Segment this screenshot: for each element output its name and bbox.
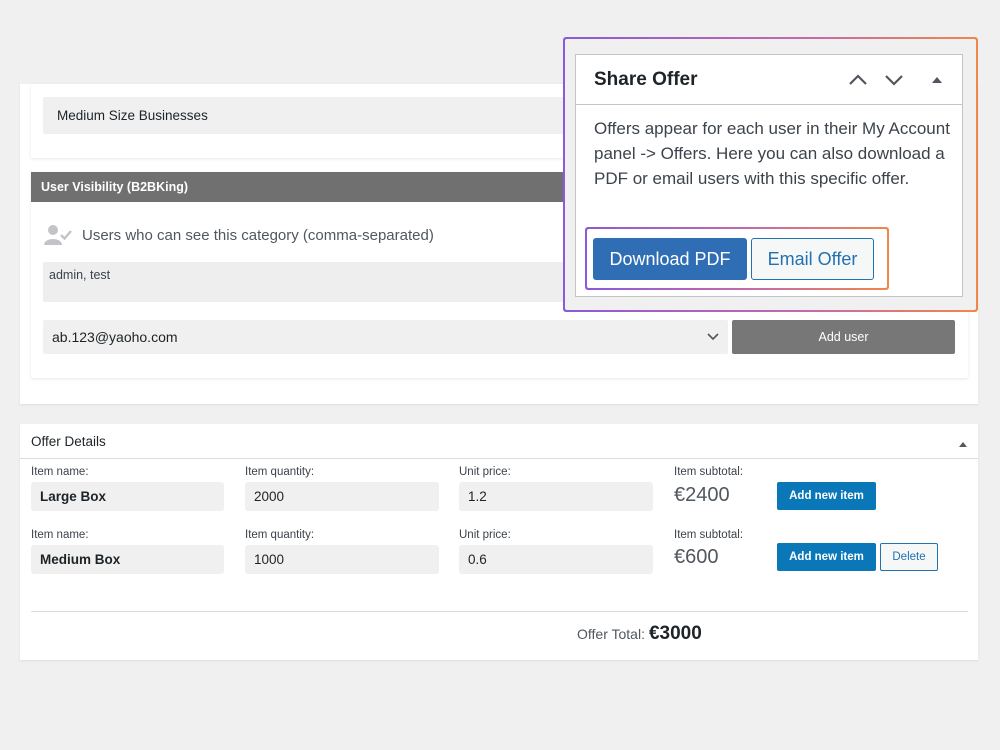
offer-total: Offer Total: €3000 [577, 623, 702, 649]
users-textarea[interactable]: admin, test [43, 262, 613, 302]
item-subtotal-value: €2400 [674, 484, 730, 506]
offer-total-label: Offer Total: [577, 626, 645, 642]
item-name-input[interactable]: Large Box [31, 482, 224, 511]
unit-price-input[interactable]: 0.6 [459, 545, 653, 574]
user-check-icon [44, 224, 72, 246]
download-pdf-button[interactable]: Download PDF [593, 238, 747, 280]
item-quantity-input[interactable]: 1000 [245, 545, 439, 574]
user-select-value: ab.123@yaoho.com [52, 329, 178, 345]
user-select[interactable]: ab.123@yaoho.com [43, 320, 728, 354]
chevron-down-icon [706, 320, 720, 354]
item-quantity-label: Item quantity: [245, 529, 315, 541]
share-offer-header: Share Offer [576, 55, 962, 105]
item-quantity-input[interactable]: 2000 [245, 482, 439, 511]
users-label-row: Users who can see this category (comma-s… [44, 222, 434, 248]
offer-divider [31, 611, 968, 612]
unit-price-label: Unit price: [459, 466, 511, 478]
item-quantity-label: Item quantity: [245, 466, 315, 478]
caret-up-icon[interactable] [926, 70, 948, 90]
unit-price-input[interactable]: 1.2 [459, 482, 653, 511]
group-select[interactable]: Medium Size Businesses [43, 97, 603, 134]
item-name-input[interactable]: Medium Box [31, 545, 224, 574]
unit-price-label: Unit price: [459, 529, 511, 541]
add-user-button[interactable]: Add user [732, 320, 955, 354]
offer-details-title: Offer Details [31, 434, 106, 449]
offer-details-card [20, 424, 978, 660]
users-label: Users who can see this category (comma-s… [82, 226, 434, 244]
email-offer-button[interactable]: Email Offer [751, 238, 874, 280]
share-offer-description: Offers appear for each user in their My … [594, 119, 950, 188]
caret-up-icon[interactable] [958, 437, 968, 447]
add-new-item-button[interactable]: Add new item [777, 543, 876, 571]
item-subtotal-label: Item subtotal: [674, 466, 744, 478]
share-offer-title: Share Offer [594, 69, 698, 90]
item-name-label: Item name: [31, 466, 89, 478]
delete-item-button[interactable]: Delete [880, 543, 938, 571]
item-name-label: Item name: [31, 529, 89, 541]
item-subtotal-label: Item subtotal: [674, 529, 744, 541]
chevron-down-icon[interactable] [883, 70, 905, 90]
offer-total-value: €3000 [648, 623, 702, 644]
item-subtotal-value: €600 [674, 546, 719, 568]
add-new-item-button[interactable]: Add new item [777, 482, 876, 510]
chevron-up-icon[interactable] [847, 70, 869, 90]
offer-details-header[interactable]: Offer Details [20, 424, 978, 459]
